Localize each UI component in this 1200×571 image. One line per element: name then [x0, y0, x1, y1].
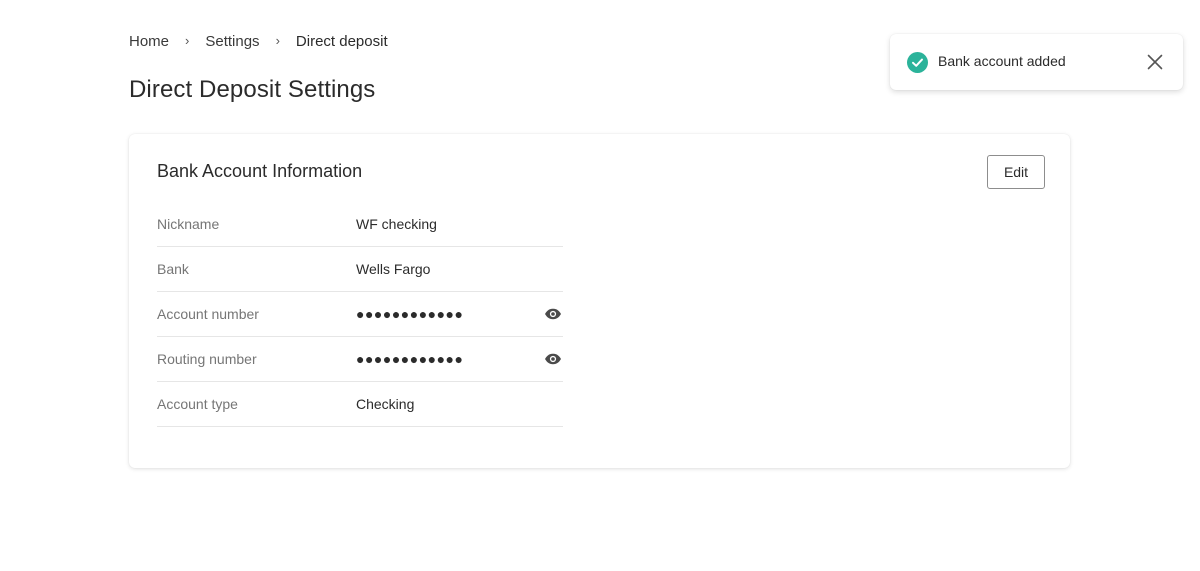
breadcrumb-current: Direct deposit — [295, 32, 388, 50]
bank-info-list: Nickname WF checking Bank Wells Fargo Ac… — [157, 202, 563, 427]
page-title: Direct Deposit Settings — [129, 76, 376, 103]
close-icon[interactable] — [1147, 54, 1163, 70]
bank-value: Wells Fargo — [356, 261, 431, 277]
info-row-account-number: Account number ●●●●●●●●●●●● — [157, 292, 563, 337]
routing-number-masked-value: ●●●●●●●●●●●● — [356, 351, 464, 367]
info-row-routing-number: Routing number ●●●●●●●●●●●● — [157, 337, 563, 382]
routing-number-label: Routing number — [157, 351, 257, 367]
account-number-masked-value: ●●●●●●●●●●●● — [356, 306, 464, 322]
check-circle-icon — [907, 52, 928, 73]
bank-account-card: Bank Account Information Edit Nickname W… — [129, 134, 1070, 468]
nickname-label: Nickname — [157, 216, 220, 232]
bank-label: Bank — [157, 261, 189, 277]
card-title: Bank Account Information — [157, 161, 363, 181]
breadcrumb-home-link[interactable]: Home — [129, 33, 169, 50]
toast-message: Bank account added — [938, 53, 1066, 69]
info-row-account-type: Account type Checking — [157, 382, 563, 427]
nickname-value: WF checking — [356, 216, 437, 232]
breadcrumb-separator: › — [275, 33, 280, 48]
breadcrumb-settings-link[interactable]: Settings — [205, 33, 259, 50]
account-type-value: Checking — [356, 396, 415, 412]
breadcrumb-separator: › — [185, 33, 190, 48]
eye-icon[interactable] — [543, 306, 563, 322]
info-row-nickname: Nickname WF checking — [157, 202, 563, 247]
success-toast: Bank account added — [890, 34, 1183, 90]
edit-button[interactable]: Edit — [987, 155, 1045, 189]
info-row-bank: Bank Wells Fargo — [157, 247, 563, 292]
breadcrumb: Home › Settings › Direct deposit — [129, 31, 388, 51]
account-number-label: Account number — [157, 306, 259, 322]
eye-icon[interactable] — [543, 351, 563, 367]
account-type-label: Account type — [157, 396, 238, 412]
